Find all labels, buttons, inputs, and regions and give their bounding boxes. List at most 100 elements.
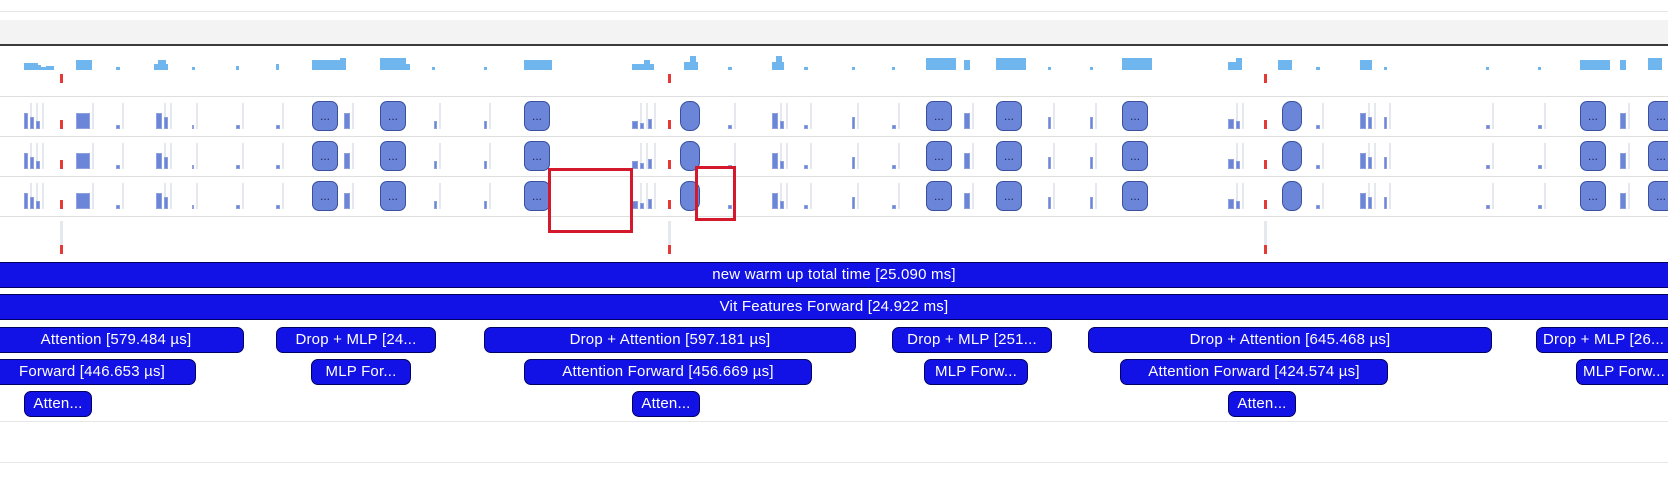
span-attention[interactable]: Attention [579.484 µs] (0, 327, 244, 353)
kernel-block (1486, 165, 1490, 169)
kernel-block (1538, 125, 1542, 129)
kernel-stub (170, 183, 172, 209)
kernel-group-collapsed[interactable]: ... (996, 181, 1022, 211)
kernel-block (1486, 125, 1490, 129)
kernel-block (76, 153, 90, 169)
kernel-stub (1544, 183, 1546, 209)
span-drop-mlp[interactable]: Drop + MLP [24... (276, 327, 436, 353)
kernel-stub (1374, 183, 1376, 209)
kernel-stub (92, 103, 94, 129)
kernel-group-collapsed[interactable]: ... (1648, 181, 1668, 211)
kernel-marker (1264, 160, 1267, 169)
kernel-group-collapsed[interactable]: ... (1122, 141, 1148, 171)
span-drop-attention[interactable]: Drop + Attention [597.181 µs] (484, 327, 856, 353)
kernel-stub (1628, 183, 1630, 209)
kernel-stub (734, 103, 736, 129)
kernel-group-collapsed[interactable]: ... (1122, 181, 1148, 211)
kernel-group[interactable] (1282, 181, 1302, 211)
kernel-group-collapsed[interactable]: ... (312, 101, 338, 131)
kernel-block (772, 113, 778, 129)
span-drop-mlp[interactable]: Drop + MLP [26... (1536, 327, 1668, 353)
kernel-stub (282, 143, 284, 169)
kernel-lane[interactable]: ........................ (0, 137, 1668, 177)
span-attention-inner[interactable]: Atten... (632, 391, 700, 417)
kernel-group-collapsed[interactable]: ... (996, 101, 1022, 131)
kernel-stub (1389, 143, 1391, 169)
activity-bar (650, 64, 654, 70)
kernel-stub (1095, 183, 1097, 209)
kernel-block (1360, 153, 1366, 169)
kernel-stub (786, 103, 788, 129)
kernel-block (192, 165, 194, 169)
kernel-lane[interactable]: ........................ (0, 177, 1668, 217)
timeline-marker[interactable] (60, 245, 63, 254)
activity-bar (892, 67, 895, 70)
kernel-stub (352, 103, 354, 129)
kernel-group-collapsed[interactable]: ... (1580, 141, 1606, 171)
marker-lane[interactable] (0, 217, 1668, 259)
kernel-block (76, 193, 90, 209)
kernel-group-collapsed[interactable]: ... (926, 181, 952, 211)
kernel-stub (122, 143, 124, 169)
activity-lane[interactable] (0, 48, 1668, 90)
kernel-lane[interactable]: ........................ (0, 97, 1668, 137)
span-attention-inner[interactable]: Atten... (1228, 391, 1296, 417)
kernel-block (1316, 165, 1320, 169)
kernel-group-collapsed[interactable]: ... (926, 101, 952, 131)
kernel-group-collapsed[interactable]: ... (312, 141, 338, 171)
kernel-block (632, 121, 638, 129)
span-attention-forward[interactable]: Forward [446.653 µs] (0, 359, 196, 385)
kernel-group[interactable] (680, 101, 700, 131)
kernel-group-collapsed[interactable]: ... (380, 101, 406, 131)
span-mlp-forward[interactable]: MLP Forw... (1576, 359, 1668, 385)
span-attention-forward[interactable]: Attention Forward [456.669 µs] (524, 359, 812, 385)
kernel-stub (282, 183, 284, 209)
kernel-group-collapsed[interactable]: ... (312, 181, 338, 211)
span-attention-inner[interactable]: Atten... (24, 391, 92, 417)
kernel-stub (196, 103, 198, 129)
kernel-block (484, 201, 487, 209)
kernel-stub (786, 143, 788, 169)
kernel-stub (1544, 143, 1546, 169)
kernel-group[interactable] (1282, 101, 1302, 131)
activity-bar (1090, 67, 1093, 70)
kernel-group-collapsed[interactable]: ... (996, 141, 1022, 171)
span-drop-attention[interactable]: Drop + Attention [645.468 µs] (1088, 327, 1492, 353)
kernel-group-collapsed[interactable]: ... (380, 141, 406, 171)
kernel-block (728, 125, 732, 129)
kernel-group-collapsed[interactable]: ... (926, 141, 952, 171)
kernel-stub (898, 143, 900, 169)
kernel-group-collapsed[interactable]: ... (380, 181, 406, 211)
timeline-marker[interactable] (668, 245, 671, 254)
kernel-stub (439, 183, 441, 209)
kernel-stub (972, 143, 974, 169)
kernel-group[interactable] (1282, 141, 1302, 171)
kernel-block (964, 153, 970, 169)
activity-bar (46, 66, 54, 70)
span-mlp-forward[interactable]: MLP For... (311, 359, 411, 385)
activity-bar (690, 56, 696, 70)
kernel-stub (1374, 143, 1376, 169)
kernel-group-collapsed[interactable]: ... (1580, 181, 1606, 211)
span-warmup-total[interactable]: new warm up total time [25.090 ms] (0, 262, 1668, 288)
kernel-group-collapsed[interactable]: ... (524, 101, 550, 131)
kernel-group-collapsed[interactable]: ... (1648, 141, 1668, 171)
kernel-marker (668, 160, 671, 169)
span-mlp-forward[interactable]: MLP Forw... (924, 359, 1028, 385)
span-attention-forward[interactable]: Attention Forward [424.574 µs] (1120, 359, 1388, 385)
kernel-stub (857, 103, 859, 129)
kernel-group-collapsed[interactable]: ... (1580, 101, 1606, 131)
kernel-marker (1264, 200, 1267, 209)
kernel-group-collapsed[interactable]: ... (1648, 101, 1668, 131)
kernel-block (804, 205, 808, 209)
kernel-block (484, 161, 487, 169)
span-drop-mlp[interactable]: Drop + MLP [251... (892, 327, 1052, 353)
kernel-stub (810, 103, 812, 129)
span-vit-features-forward[interactable]: Vit Features Forward [24.922 ms] (0, 294, 1668, 320)
kernel-block (1620, 113, 1626, 129)
kernel-group-collapsed[interactable]: ... (1122, 101, 1148, 131)
kernel-group-collapsed[interactable]: ... (524, 181, 550, 211)
kernel-group-collapsed[interactable]: ... (524, 141, 550, 171)
timeline-marker[interactable] (1264, 245, 1267, 254)
kernel-block (1048, 157, 1051, 169)
